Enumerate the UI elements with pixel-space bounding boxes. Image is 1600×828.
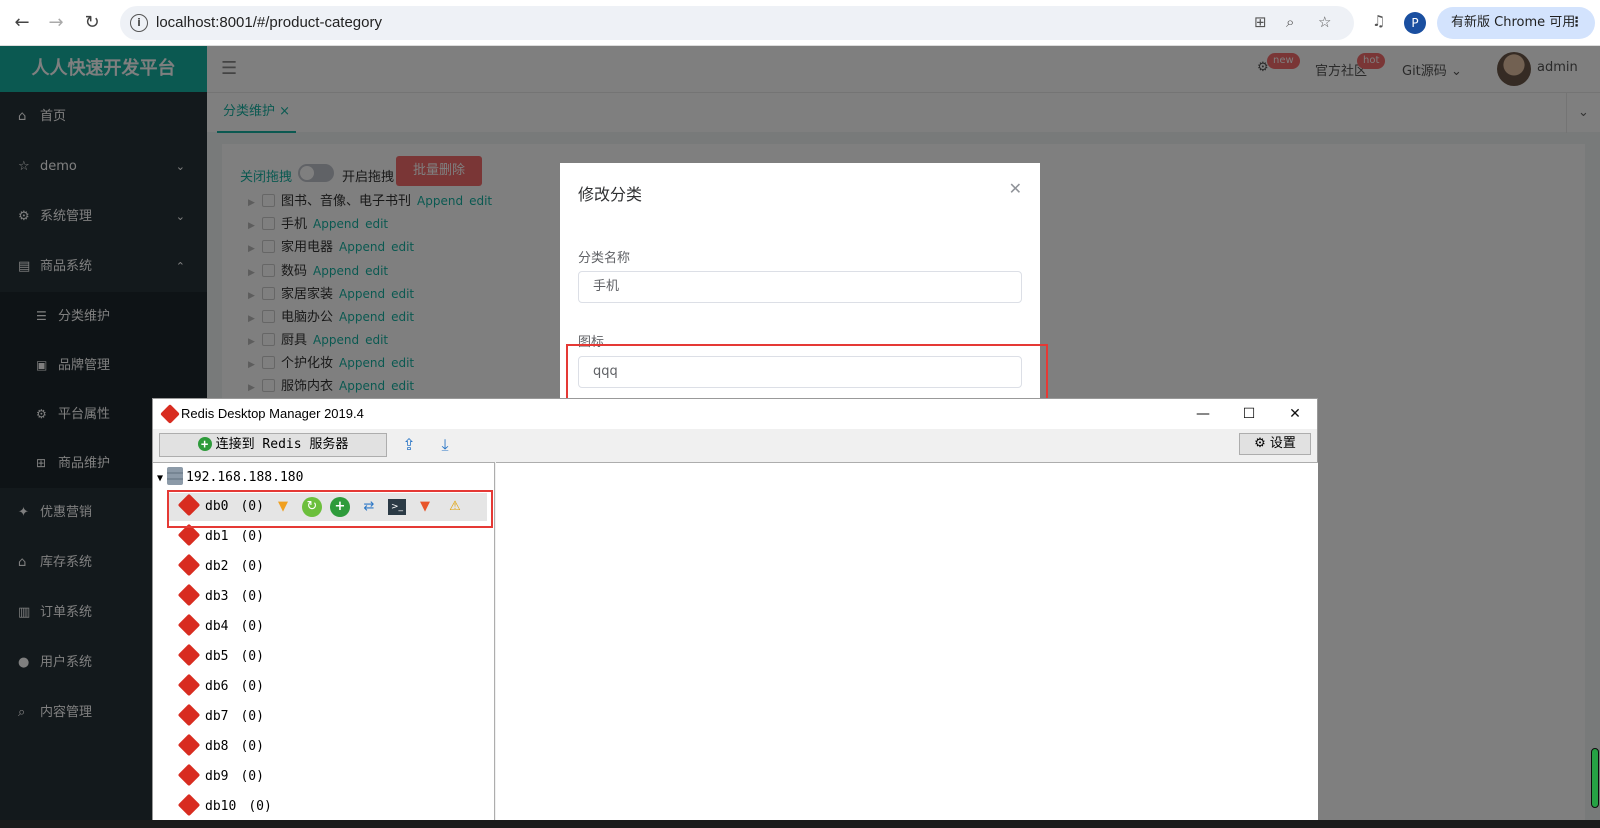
highlight-box [566,344,1048,401]
export-icon[interactable]: ⤓ [433,433,457,457]
redis-logo-icon [160,404,180,424]
redis-db-icon [177,613,201,637]
redis-db-icon [177,553,201,577]
database-row[interactable]: db9 (0) [177,763,264,791]
db-name: db1 [205,529,229,544]
rdm-toolbar: + 连接到 Redis 服务器 ⇪ ⤓ ⚙ 设置 [153,429,1317,461]
db-count: (0) [240,589,264,604]
taskbar [0,820,1600,828]
translate-icon[interactable]: ⊞ [1254,13,1267,31]
database-row[interactable]: db6 (0) [177,673,264,701]
db-name: db10 [205,799,237,814]
more-menu-icon[interactable]: ⋮ [1570,7,1583,39]
connect-label: 连接到 Redis 服务器 [215,437,349,452]
db-name: db4 [205,619,229,634]
highlight-box [167,490,493,528]
zoom-icon[interactable]: ⌕ [1286,13,1294,31]
database-row[interactable]: db7 (0) [177,703,264,731]
scrollbar-thumb[interactable] [1591,748,1599,808]
server-node[interactable]: ▼ 192.168.188.180 [157,467,303,489]
db-count: (0) [240,649,264,664]
settings-button[interactable]: ⚙ 设置 [1239,433,1311,455]
db-name: db6 [205,679,229,694]
redis-desktop-manager-window: Redis Desktop Manager 2019.4 — ☐ ✕ + 连接到 … [152,398,1318,828]
redis-db-icon [177,583,201,607]
chrome-update-button[interactable]: 有新版 Chrome 可用 ⋮ [1437,7,1595,39]
chrome-update-label: 有新版 Chrome 可用 [1451,15,1576,30]
browser-toolbar: ← → ↻ i localhost:8001/#/product-categor… [0,0,1600,46]
db-count: (0) [240,709,264,724]
redis-db-icon [177,643,201,667]
db-name: db2 [205,559,229,574]
db-name: db9 [205,769,229,784]
window-titlebar: Redis Desktop Manager 2019.4 — ☐ ✕ [153,399,1317,429]
db-name: db8 [205,739,229,754]
redis-db-icon [177,733,201,757]
db-name: db3 [205,589,229,604]
db-name: db5 [205,649,229,664]
category-name-input[interactable]: 手机 [578,271,1022,303]
server-address: 192.168.188.180 [186,470,304,485]
db-count: (0) [240,619,264,634]
db-count: (0) [240,529,264,544]
database-row[interactable]: db4 (0) [177,613,264,641]
add-icon: + [197,437,212,451]
reload-icon[interactable]: ↻ [80,11,104,35]
redis-db-icon [177,793,201,817]
db-count: (0) [240,679,264,694]
close-icon[interactable]: ✕ [1009,179,1022,198]
profile-avatar[interactable]: P [1404,12,1426,34]
db-count: (0) [240,769,264,784]
import-icon[interactable]: ⇪ [397,433,421,457]
minimize-icon[interactable]: — [1181,402,1225,426]
gear-icon: ⚙ [1254,436,1266,451]
db-count: (0) [248,799,272,814]
redis-db-icon [177,703,201,727]
connect-redis-button[interactable]: + 连接到 Redis 服务器 [159,433,387,457]
settings-label: 设置 [1269,436,1296,451]
site-info-icon[interactable]: i [130,14,148,32]
window-title: Redis Desktop Manager 2019.4 [181,406,364,421]
redis-db-icon [177,673,201,697]
url-text[interactable]: localhost:8001/#/product-category [156,14,382,31]
database-row[interactable]: db2 (0) [177,553,264,581]
category-name-label: 分类名称 [578,251,631,266]
db-count: (0) [240,559,264,574]
maximize-icon[interactable]: ☐ [1227,402,1271,426]
database-row[interactable]: db10 (0) [177,793,272,821]
db-count: (0) [240,739,264,754]
close-icon[interactable]: ✕ [1273,402,1317,426]
bookmark-star-icon[interactable]: ☆ [1318,13,1331,31]
database-row[interactable]: db8 (0) [177,733,264,761]
redis-db-icon [177,763,201,787]
address-bar[interactable]: i localhost:8001/#/product-category ⊞ ⌕ … [120,6,1354,40]
back-icon[interactable]: ← [10,11,34,35]
server-icon [167,467,184,485]
dialog-title: 修改分类 [578,185,643,204]
rdm-content-panel [496,462,1318,828]
db-name: db7 [205,709,229,724]
caret-down-icon[interactable]: ▼ [157,473,163,484]
database-row[interactable]: db3 (0) [177,583,264,611]
forward-icon[interactable]: → [44,11,68,35]
database-row[interactable]: db5 (0) [177,643,264,671]
media-control-icon[interactable]: ♫ [1372,12,1385,30]
